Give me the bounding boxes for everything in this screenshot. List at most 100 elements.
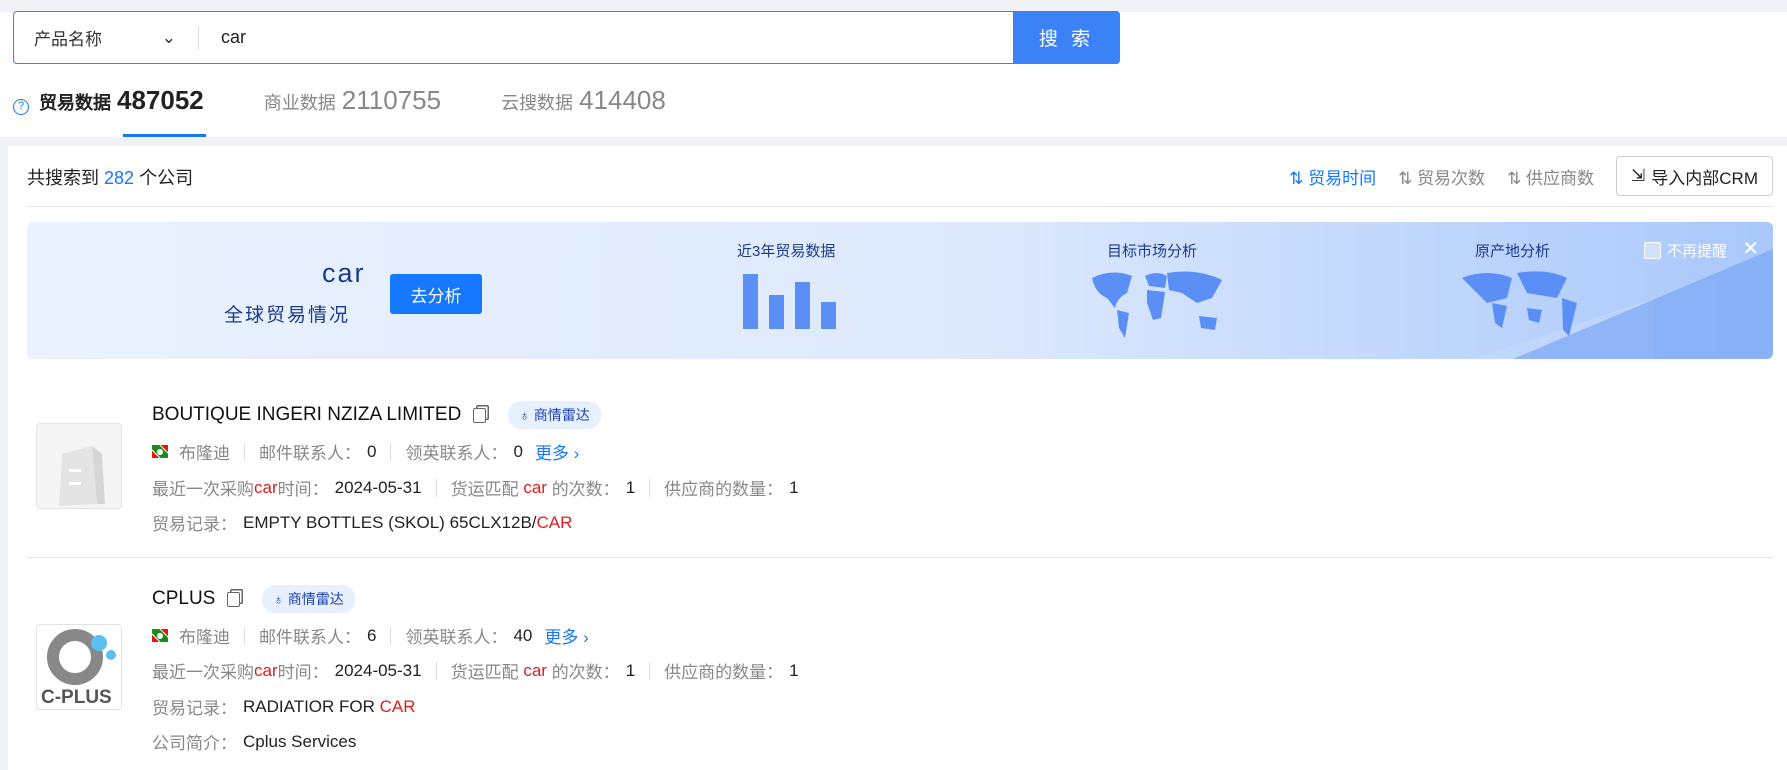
contact-row: 布隆迪 邮件联系人： 0 领英联系人： 0 更多 › [152,439,579,464]
linkedin-count: 40 [513,625,533,645]
search-button[interactable]: 搜 索 [1013,11,1120,64]
count-value: 282 [104,168,135,188]
checkbox-icon[interactable] [1643,242,1661,259]
bar-chart-icon [743,274,836,329]
result-count: 共搜索到 282 个公司 [27,164,193,190]
section-origin[interactable]: 原产地分析 [1475,240,1550,261]
tab-business-data[interactable]: 商业数据 2110755 [264,85,441,134]
more-label: 更多 [534,444,569,463]
search-bar: 产品名称 ⌄ 搜 索 [13,11,1120,64]
linkedin-label: 领英联系人： [405,628,508,647]
more-link[interactable]: 更多 › [535,439,579,464]
banner-subtitle: 全球贸易情况 [224,305,351,326]
sort-label: 贸易次数 [1417,168,1486,188]
no-remind-checkbox[interactable]: 不再提醒 [1643,240,1727,261]
trade-record: RADIATIOR FOR [243,696,380,716]
analyze-button[interactable]: 去分析 [390,274,482,314]
record-row: 贸易记录： EMPTY BOTTLES (SKOL) 65CLX12B/CAR [152,510,572,535]
search-field-select[interactable]: 产品名称 ⌄ [14,25,199,50]
chevron-down-icon: ⌄ [161,27,176,47]
label: 公司简介： [152,734,237,753]
stats-row: 最近一次采购 car 时间： 2024-05-31 货运匹配 car 的次数： 1 供应商的… [152,475,799,500]
radar-label: 商情雷达 [287,591,344,607]
radar-badge[interactable]: ♁ 商情雷达 [262,585,355,613]
data-tabs: ? 贸易数据 487052 商业数据 2110755 云搜数据 414408 [13,85,666,137]
keyword: CAR [536,512,573,532]
label: 贸易记录： [152,515,237,534]
company-name[interactable]: BOUTIQUE INGERI NZIZA LIMITED [152,404,461,426]
sort-label: 贸易时间 [1308,168,1377,188]
sort-supplier-count[interactable]: ⇅ 供应商数 [1507,164,1594,189]
tab-cloud-data[interactable]: 云搜数据 414408 [501,85,666,134]
sort-trade-count[interactable]: ⇅ 贸易次数 [1398,164,1485,189]
select-label: 产品名称 [34,30,102,49]
label: 货运匹配 [450,663,519,682]
crm-label: 导入内部CRM [1651,168,1758,188]
building-icon [59,446,105,506]
burundi-flag-icon [152,629,168,642]
more-link[interactable]: 更多 › [544,623,588,648]
label: 时间： [277,663,329,682]
keyword: car [254,477,278,497]
label: 时间： [277,480,329,499]
analysis-banner: car 全球贸易情况 去分析 近3年贸易数据 目标市场分析 原产地分析 不再提醒… [27,222,1773,359]
count-suffix: 个公司 [139,168,194,188]
country: 布隆迪 [179,444,230,463]
stats-row: 最近一次采购 car 时间： 2024-05-31 货运匹配 car 的次数： 1 供应商的… [152,658,799,683]
keyword: car [523,477,547,497]
country: 布隆迪 [179,628,230,647]
section-trade-data[interactable]: 近3年贸易数据 [737,240,835,261]
keyword: car [523,660,547,680]
keyword: car [254,660,278,680]
supplier-count: 1 [789,660,799,680]
label: 供应商的数量： [664,663,784,682]
company-logo[interactable] [36,423,122,509]
import-crm-button[interactable]: ⇲ 导入内部CRM [1616,156,1773,196]
supplier-count: 1 [789,477,799,497]
label: 货运匹配 [450,480,519,499]
section-target-market[interactable]: 目标市场分析 [1107,240,1197,261]
tab-label: 云搜数据 [501,93,574,113]
sort-trade-time[interactable]: ⇅ 贸易时间 [1289,164,1376,189]
svg-text:C-PLUS: C-PLUS [41,687,112,708]
results-panel: 共搜索到 282 个公司 ⇅ 贸易时间 ⇅ 贸易次数 ⇅ 供应商数 ⇲ 导入内部C… [8,146,1787,770]
tab-count: 414408 [579,85,666,115]
chevron-right-icon: › [573,444,580,463]
tab-label: 贸易数据 [39,93,111,113]
import-icon: ⇲ [1631,166,1646,185]
contact-row: 布隆迪 邮件联系人： 6 领英联系人： 40 更多 › [152,623,589,648]
sort-options: ⇅ 贸易时间 ⇅ 贸易次数 ⇅ 供应商数 ⇲ 导入内部CRM [1289,156,1773,196]
banner-keyword: car [322,258,366,288]
company-title: CPLUS ♁ 商情雷达 [152,585,355,613]
last-date: 2024-05-31 [334,660,422,680]
close-icon[interactable]: ✕ [1742,236,1759,261]
search-input[interactable] [199,12,1013,63]
help-icon[interactable]: ? [13,99,29,115]
world-map-icon [1092,271,1222,338]
company-name[interactable]: CPLUS [152,588,215,610]
copy-icon[interactable] [227,591,241,607]
company-logo[interactable]: C-PLUS [36,624,122,710]
label: 贸易记录： [152,699,237,718]
radar-badge[interactable]: ♁ 商情雷达 [508,401,601,429]
tab-trade-data[interactable]: ? 贸易数据 487052 [13,85,206,137]
email-count: 6 [367,625,377,645]
label: 最近一次采购 [152,663,254,682]
linkedin-label: 领英联系人： [405,444,508,463]
keyword: CAR [379,696,416,716]
radar-label: 商情雷达 [533,407,590,423]
sort-label: 供应商数 [1526,168,1595,188]
tab-count: 2110755 [341,85,442,115]
no-remind-label: 不再提醒 [1666,243,1727,260]
label: 的次数： [551,480,620,499]
company-intro: Cplus Services [243,731,357,751]
label: 最近一次采购 [152,480,254,499]
last-date: 2024-05-31 [334,477,422,497]
cplus-logo: C-PLUS [41,629,116,708]
more-label: 更多 [544,628,579,647]
copy-icon[interactable] [473,407,487,423]
divider [27,206,1773,207]
burundi-flag-icon [152,445,168,458]
label: 的次数： [551,663,620,682]
company-title: BOUTIQUE INGERI NZIZA LIMITED ♁ 商情雷达 [152,401,601,429]
